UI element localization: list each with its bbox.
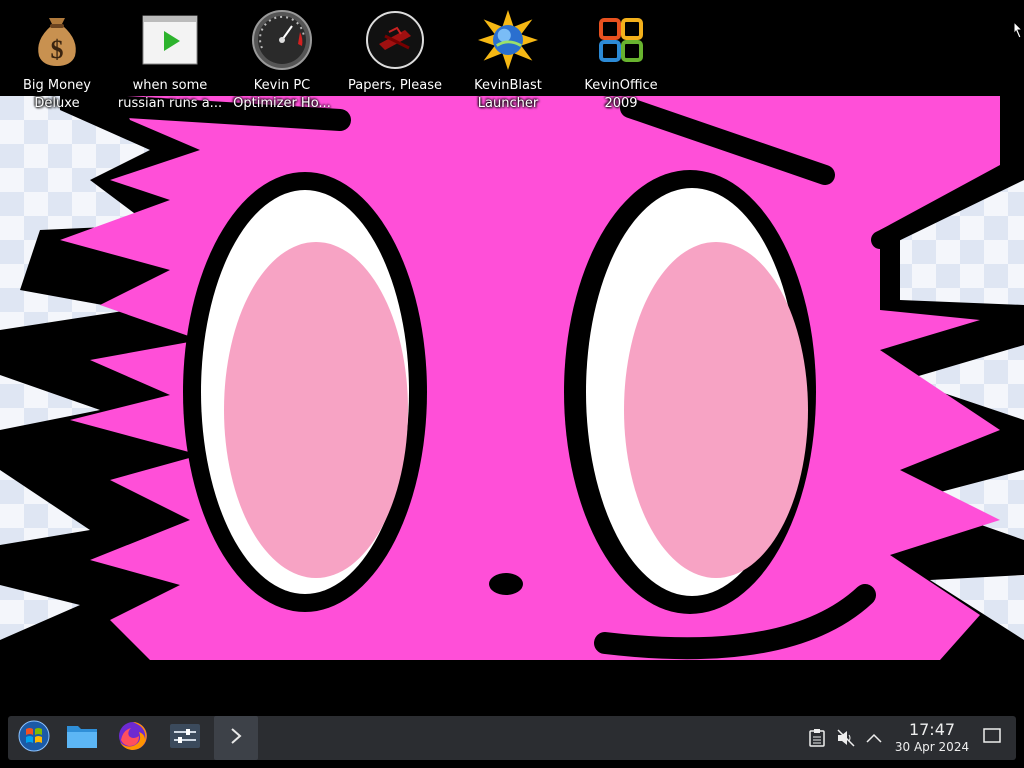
file-manager-icon [66, 723, 98, 753]
desktop-icon-label: Big Money Deluxe [22, 78, 91, 111]
desktop-icon-kevin-pc-optimizer[interactable]: Kevin PC Optimizer Ho... [227, 8, 337, 113]
desktop-icon-label: Kevin PC Optimizer Ho... [233, 78, 331, 111]
papers-please-icon [365, 8, 425, 72]
volume-muted-icon[interactable] [835, 727, 857, 749]
digital-clock[interactable]: 17:47 30 Apr 2024 [888, 720, 976, 754]
start-menu-icon [18, 720, 50, 756]
desktop-wallpaper [0, 0, 1024, 768]
clock-date: 30 Apr 2024 [894, 740, 970, 754]
svg-text:$: $ [51, 35, 64, 64]
desktop-icon-papers-please[interactable]: Papers, Please [340, 8, 450, 95]
taskbar-file-manager-button[interactable] [60, 716, 104, 760]
office-logo-icon [591, 8, 651, 72]
desktop-toolbox-icon[interactable] [1012, 20, 1024, 42]
show-desktop-button[interactable] [981, 727, 1003, 749]
clipboard-icon[interactable] [806, 727, 828, 749]
globe-star-icon [478, 8, 538, 72]
taskbar-firefox-button[interactable] [111, 716, 155, 760]
desktop-icon-russian-video[interactable]: when some russian runs a... [115, 8, 225, 113]
show-desktop-icon [983, 728, 1001, 748]
start-menu-button[interactable] [12, 716, 56, 760]
chevron-up-icon[interactable] [863, 727, 885, 749]
desktop-icon-kevinoffice-2009[interactable]: KevinOffice 2009 [566, 8, 676, 113]
taskbar-panel: 17:47 30 Apr 2024 [8, 716, 1016, 760]
firefox-icon [117, 720, 149, 756]
video-file-icon [140, 8, 200, 72]
desktop-icon-kevinblast-launcher[interactable]: KevinBlast Launcher [453, 8, 563, 113]
money-bag-icon: $ [27, 8, 87, 72]
terminal-icon [226, 726, 246, 750]
clock-time: 17:47 [908, 720, 956, 739]
desktop-icon-label: Papers, Please [347, 78, 443, 93]
speedometer-icon [252, 8, 312, 72]
desktop-icon-big-money-deluxe[interactable]: $ Big Money Deluxe [2, 8, 112, 113]
desktop-icon-label: KevinBlast Launcher [474, 78, 542, 111]
taskbar-settings-button[interactable] [163, 716, 207, 760]
desktop-icon-label: KevinOffice 2009 [584, 78, 658, 111]
desktop-icon-label: when some russian runs a... [117, 78, 223, 111]
settings-sliders-icon [170, 724, 200, 752]
taskbar-terminal-button[interactable] [214, 716, 258, 760]
